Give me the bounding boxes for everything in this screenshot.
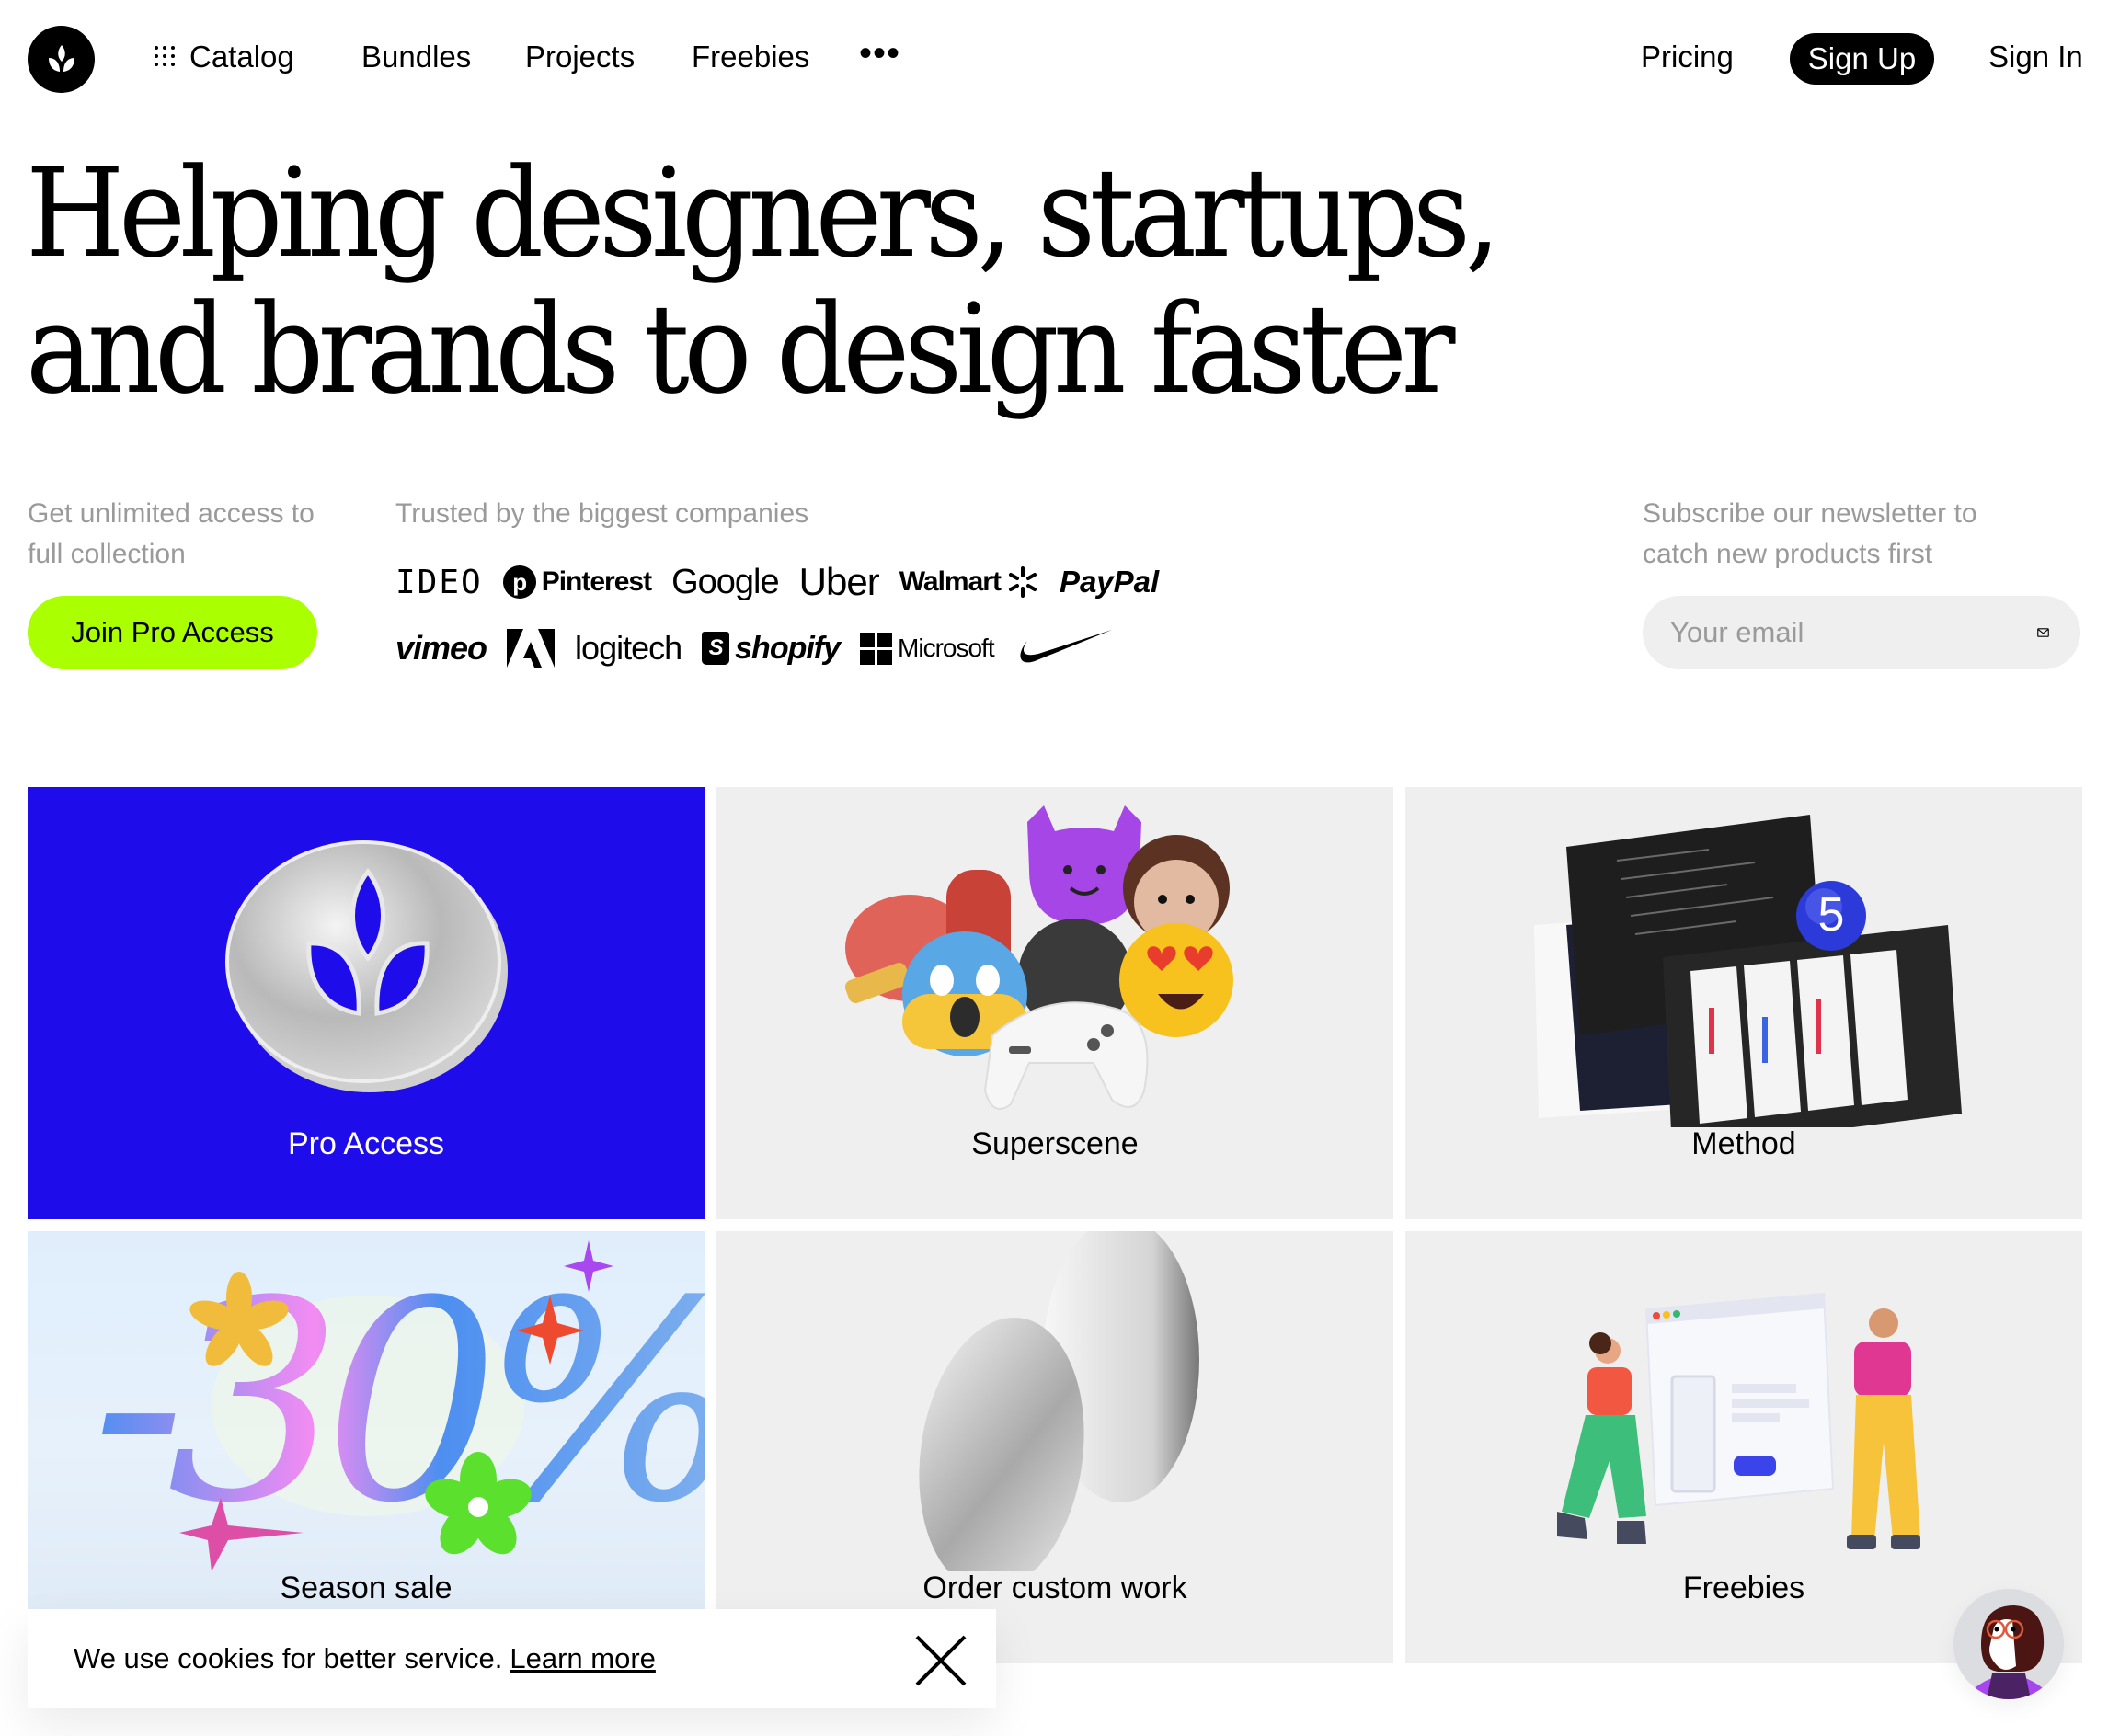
- shopify-bag-icon: S: [702, 632, 730, 665]
- pro-access-description: Get unlimited access to full collection: [28, 498, 315, 569]
- join-pro-access-button[interactable]: Join Pro Access: [28, 596, 317, 669]
- season-sale-art: -30%: [92, 1240, 705, 1571]
- sign-up-button[interactable]: Sign Up: [1790, 33, 1934, 85]
- logo-shopify: S shopify: [702, 630, 841, 667]
- nav-catalog[interactable]: Catalog: [155, 35, 294, 79]
- sign-in-link[interactable]: Sign In: [1988, 35, 2083, 79]
- card-order-custom-work[interactable]: Order custom work: [716, 1231, 1393, 1663]
- card-title: Pro Access: [287, 1126, 445, 1161]
- logo-row-1: IDEO p Pinterest Google Uber Walmart Pay…: [395, 556, 1223, 608]
- company-logos: IDEO p Pinterest Google Uber Walmart Pay…: [395, 556, 1223, 689]
- logo-pinterest: p Pinterest: [502, 565, 652, 599]
- hero-line-1: Helping designers, startups,: [26, 142, 1501, 285]
- logo-adobe: [507, 629, 556, 668]
- pinterest-icon: p: [502, 565, 536, 599]
- card-title: Method: [1691, 1126, 1796, 1161]
- card-title: Season sale: [280, 1570, 453, 1605]
- people-holding-browser-image: [1557, 1292, 1920, 1549]
- ui-screens-image: [1534, 815, 1962, 1127]
- cookie-message: We use cookies for better service.: [74, 1642, 503, 1674]
- logo-shopify-text: shopify: [735, 630, 841, 666]
- card-title: Order custom work: [922, 1570, 1187, 1605]
- nav-projects[interactable]: Projects: [525, 35, 635, 79]
- logo-microsoft-text: Microsoft: [898, 634, 995, 662]
- support-chat-button[interactable]: [1953, 1589, 2064, 1699]
- newsletter-description: Subscribe our newsletter to catch new pr…: [1643, 498, 1977, 569]
- sale-percent-text: -30%: [92, 1242, 705, 1563]
- logo-walmart: Walmart: [899, 565, 1039, 599]
- logo-vimeo: vimeo: [395, 629, 487, 667]
- support-avatar-icon: [1970, 1605, 2047, 1699]
- logo-nike: [1014, 630, 1112, 667]
- email-input[interactable]: [1670, 616, 2037, 649]
- logo-pinterest-text: Pinterest: [541, 566, 652, 597]
- logo-logitech: logitech: [575, 629, 682, 667]
- logo-google: Google: [671, 562, 780, 601]
- logo-ideo: IDEO: [395, 563, 483, 601]
- silver-leaf-coin-image: [225, 840, 508, 1092]
- grid-dots-icon: [155, 46, 178, 68]
- mail-icon[interactable]: [2037, 621, 2049, 645]
- card-title: Superscene: [971, 1126, 1139, 1161]
- nav-pricing[interactable]: Pricing: [1641, 35, 1734, 79]
- close-icon[interactable]: [913, 1633, 968, 1688]
- brand-logo[interactable]: [28, 26, 95, 93]
- white-discs-image: [919, 1231, 1199, 1571]
- method-version-badge: 5: [1817, 888, 1845, 942]
- logo-paypal: PayPal: [1059, 565, 1160, 599]
- nike-swoosh-icon: [1020, 630, 1112, 663]
- logo-microsoft: Microsoft: [860, 632, 995, 665]
- microsoft-windows-icon: [860, 632, 893, 665]
- top-navigation: Catalog Bundles Projects Freebies ••• Pr…: [0, 0, 2108, 115]
- logo-uber: Uber: [798, 560, 880, 603]
- newsletter-form: [1643, 596, 2080, 669]
- nav-bundles[interactable]: Bundles: [361, 35, 471, 79]
- cookie-banner: We use cookies for better service. Learn…: [28, 1609, 996, 1708]
- walmart-spark-icon: [1008, 566, 1037, 598]
- emoji-cluster-image: [844, 805, 1233, 1110]
- adobe-icon: [507, 629, 556, 668]
- logo-walmart-text: Walmart: [899, 566, 1002, 597]
- trusted-by-label: Trusted by the biggest companies: [395, 498, 809, 529]
- card-pro-access[interactable]: Pro Access: [28, 787, 705, 1219]
- leaf-sprout-icon: [48, 44, 74, 72]
- hero-headline: Helping designers, startups, and brands …: [26, 142, 1501, 421]
- nav-freebies[interactable]: Freebies: [692, 35, 809, 79]
- hero-line-2: and brands to design faster: [26, 278, 1456, 421]
- card-method[interactable]: 5 Method: [1405, 787, 2082, 1219]
- card-superscene[interactable]: Superscene: [716, 787, 1393, 1219]
- more-menu-icon[interactable]: •••: [859, 31, 900, 75]
- card-season-sale[interactable]: -30% Season sale: [28, 1231, 705, 1663]
- nav-catalog-label: Catalog: [189, 40, 294, 74]
- logo-row-2: vimeo logitech S shopify Microsoft: [395, 622, 1223, 674]
- learn-more-link[interactable]: Learn more: [510, 1642, 656, 1675]
